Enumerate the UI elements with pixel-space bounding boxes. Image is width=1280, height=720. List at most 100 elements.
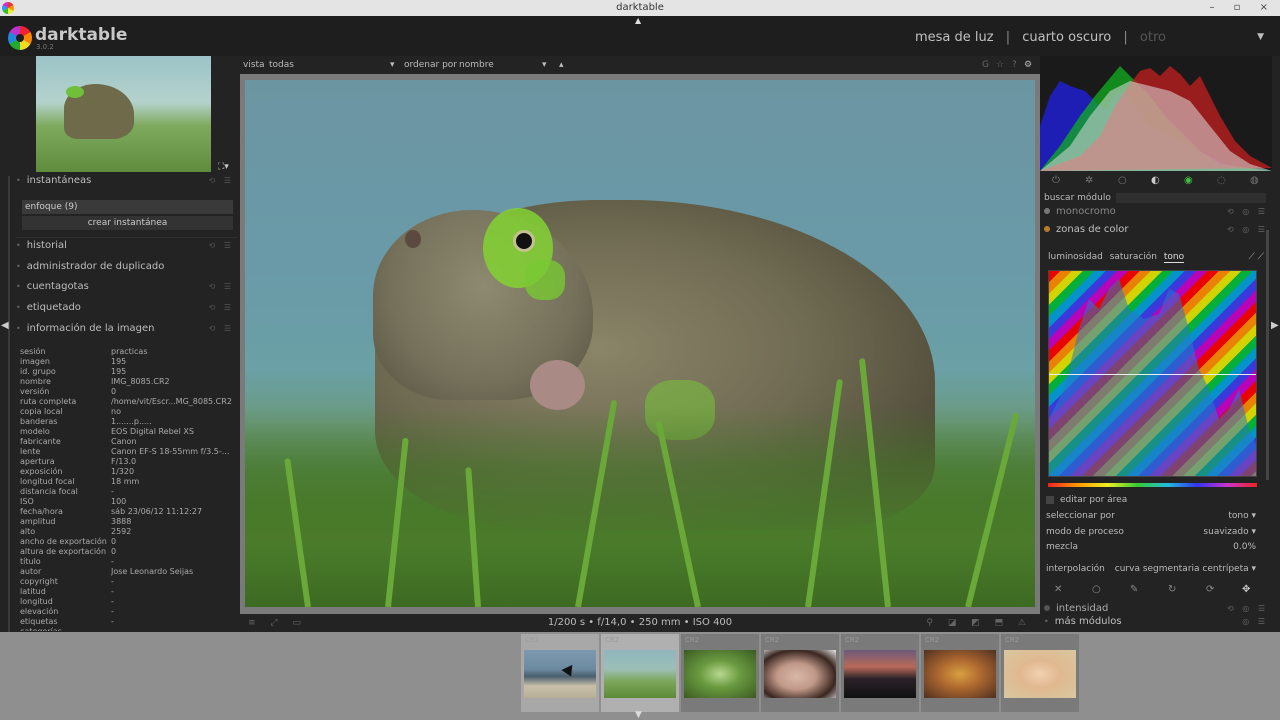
module-controls-icon[interactable]: ⟲ ◎ ☰ xyxy=(1227,222,1268,238)
filmstrip-thumb[interactable]: CR2 xyxy=(1001,634,1079,712)
effect-group-icon[interactable]: ◍ xyxy=(1250,173,1259,189)
favorites-icon[interactable]: ✲ xyxy=(1085,173,1093,189)
module-reset-icon[interactable]: ⟲ ☰ xyxy=(209,236,234,256)
image-info-value: no xyxy=(111,407,121,416)
window-controls[interactable]: – ▫ × xyxy=(1209,0,1276,16)
main-image[interactable] xyxy=(245,80,1035,607)
filmstrip-thumb[interactable]: CR2 xyxy=(841,634,919,712)
process-mode-param[interactable]: modo de proceso suavizado ▾ xyxy=(1046,525,1256,539)
module-reset-icon[interactable]: ⟲ ☰ xyxy=(209,298,234,318)
view-other[interactable]: otro xyxy=(1140,30,1166,45)
sort-direction-toggle[interactable]: ▴ xyxy=(559,56,564,74)
filmstrip-thumb[interactable]: CR2 xyxy=(681,634,759,712)
bottom-left-tools-icon[interactable]: ≡ ⤢ ▭ xyxy=(248,614,307,632)
mix-slider[interactable]: mezcla 0.0% xyxy=(1046,540,1256,554)
module-reset-icon[interactable]: ⟲ ☰ xyxy=(209,171,234,191)
blend-uniform-icon[interactable]: ○ xyxy=(1092,584,1101,595)
module-tagging[interactable]: • etiquetado ⟲ ☰ xyxy=(16,298,238,318)
filmstrip-thumb-active[interactable]: CR2 xyxy=(601,634,679,712)
filmstrip-thumb[interactable]: CR2 xyxy=(761,634,839,712)
correct-group-icon[interactable]: ◌ xyxy=(1217,173,1226,189)
blend-parametric-icon[interactable]: ↻ xyxy=(1168,584,1176,595)
power-icon[interactable]: ⏻ xyxy=(1052,173,1060,189)
help-icon[interactable]: ? xyxy=(1012,56,1017,74)
edit-by-area-toggle[interactable]: editar por área xyxy=(1046,493,1256,507)
module-snapshots[interactable]: • instantáneas ⟲ ☰ xyxy=(16,171,238,191)
image-info-row: fecha/hora sáb 23/06/12 11:12:27 xyxy=(20,507,238,517)
base-group-icon[interactable]: ○ xyxy=(1118,173,1127,189)
sort-select[interactable]: nombre xyxy=(459,56,494,74)
hue-curve-line[interactable] xyxy=(1049,374,1256,375)
image-info-key: autor xyxy=(20,567,42,576)
star-icon[interactable]: ☆ xyxy=(996,56,1004,74)
module-monochrome[interactable]: monocromo ⟲ ◎ ☰ xyxy=(1044,204,1270,220)
module-intensity-label: intensidad xyxy=(1056,603,1109,614)
tab-luminosity[interactable]: luminosidad xyxy=(1048,252,1103,262)
right-panel-toggle-icon[interactable]: ▶ xyxy=(1271,320,1279,331)
filmstrip-thumb[interactable]: CR2 xyxy=(521,634,599,712)
module-color-zones[interactable]: zonas de color ⟲ ◎ ☰ xyxy=(1044,222,1270,238)
left-panel-toggle-icon[interactable]: ◀ xyxy=(1,320,9,331)
color-group-icon[interactable]: ◉ xyxy=(1184,173,1193,189)
grouping-icon[interactable]: G xyxy=(982,56,989,74)
snapshot-item[interactable]: enfoque (9) xyxy=(22,200,233,214)
module-controls-icon[interactable]: ◎ ☰ xyxy=(1242,614,1268,630)
checkbox-icon[interactable] xyxy=(1046,495,1054,504)
sort-dropdown-icon[interactable]: ▾ xyxy=(542,56,547,74)
gear-icon[interactable]: ⚙ xyxy=(1024,56,1032,74)
left-panel-scrollbar[interactable] xyxy=(8,176,10,632)
darktable-window: darktable – ▫ × darktable 3.0.2 mesa de … xyxy=(0,0,1280,720)
image-info-key: imagen xyxy=(20,357,50,366)
module-enable-icon[interactable] xyxy=(1044,208,1050,214)
top-panel-toggle-icon[interactable]: ▲ xyxy=(635,16,641,25)
interpolation-param[interactable]: interpolación curva segmentaria centrípe… xyxy=(1046,562,1256,576)
hue-bar xyxy=(1048,483,1257,487)
process-mode-value[interactable]: suavizado ▾ xyxy=(1203,525,1256,539)
module-reset-icon[interactable]: ⟲ ☰ xyxy=(209,277,234,297)
module-controls-icon[interactable]: ⟲ ◎ ☰ xyxy=(1227,204,1268,220)
create-snapshot-button[interactable]: crear instantánea xyxy=(22,216,233,230)
module-reset-icon[interactable]: ⟲ ☰ xyxy=(209,319,234,339)
module-image-info[interactable]: • información de la imagen ⟲ ☰ xyxy=(16,319,238,339)
more-modules[interactable]: • más módulos ◎ ☰ xyxy=(1044,614,1270,630)
views-dropdown-icon[interactable]: ▼ xyxy=(1257,32,1264,42)
select-by-value[interactable]: tono ▾ xyxy=(1228,509,1256,523)
view-filter-dropdown-icon[interactable]: ▾ xyxy=(390,56,395,74)
right-panel-scrollbar[interactable] xyxy=(1266,230,1269,480)
color-zones-graph[interactable] xyxy=(1048,270,1257,477)
view-lighttable[interactable]: mesa de luz xyxy=(915,30,994,45)
view-filter-select[interactable]: todas xyxy=(269,56,294,74)
blend-drawn-icon[interactable]: ✎ xyxy=(1130,584,1138,595)
histogram[interactable] xyxy=(1040,56,1272,171)
filmstrip: CR2 CR2 CR2 CR2 CR2 CR2 CR2 xyxy=(0,632,1280,720)
filmstrip-thumb[interactable]: CR2 xyxy=(921,634,999,712)
module-duplicate-manager[interactable]: • administrador de duplicado xyxy=(16,257,238,277)
navigation-thumbnail[interactable] xyxy=(36,56,211,172)
search-input[interactable] xyxy=(1116,193,1266,203)
bottom-right-tools-icon[interactable]: ⚲ ◪ ◩ ⬒ ⚠ xyxy=(926,614,1032,632)
module-color-picker[interactable]: • cuentagotas ⟲ ☰ xyxy=(16,277,238,297)
image-info-key: versión xyxy=(20,387,50,396)
blend-combined-icon[interactable]: ⟳ xyxy=(1206,584,1214,595)
filmstrip-toggle-icon[interactable]: ▼ xyxy=(635,710,642,720)
module-enable-icon[interactable] xyxy=(1044,605,1050,611)
blend-off-icon[interactable]: ✕ xyxy=(1054,584,1062,595)
interpolation-value[interactable]: curva segmentaria centrípeta ▾ xyxy=(1115,562,1256,576)
blend-raster-icon[interactable]: ✥ xyxy=(1242,584,1250,595)
module-history[interactable]: • historial ⟲ ☰ xyxy=(16,236,238,256)
image-info-value: Jose Leonardo Seijas xyxy=(111,567,194,576)
image-info-row: nombre IMG_8085.CR2 xyxy=(20,377,238,387)
image-info-key: latitud xyxy=(20,587,46,596)
module-enable-icon[interactable] xyxy=(1044,226,1050,232)
tab-hue[interactable]: tono xyxy=(1163,252,1185,263)
color-zones-tabs: luminosidad saturación tono ⟋ ⟋ xyxy=(1048,250,1268,264)
mix-value[interactable]: 0.0% xyxy=(1233,540,1256,554)
select-by-param[interactable]: seleccionar por tono ▾ xyxy=(1046,509,1256,523)
view-darkroom[interactable]: cuarto oscuro xyxy=(1022,30,1111,45)
tone-group-icon[interactable]: ◐ xyxy=(1151,173,1160,189)
grass-foreground xyxy=(245,407,1035,607)
image-info-value: F/13.0 xyxy=(111,457,137,466)
tab-saturation[interactable]: saturación xyxy=(1110,252,1157,262)
color-picker-icon[interactable]: ⟋ ⟋ xyxy=(1249,250,1264,264)
image-info-value: - xyxy=(111,587,114,596)
